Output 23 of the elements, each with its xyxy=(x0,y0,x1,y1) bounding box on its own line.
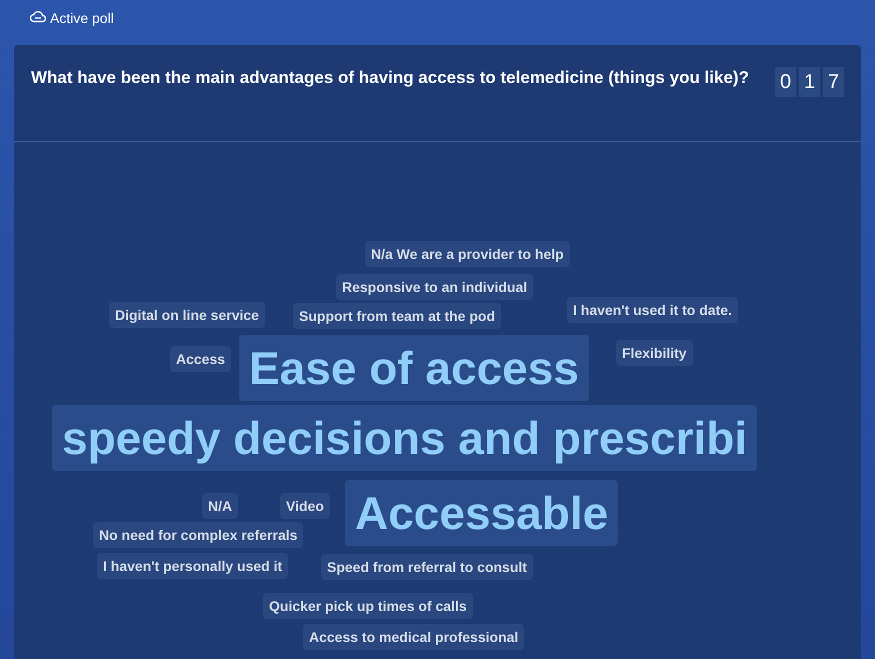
cloud-icon xyxy=(30,10,46,23)
counter-digit: 1 xyxy=(799,67,820,97)
response-word: Flexibility xyxy=(616,340,693,366)
question-text: What have been the main advantages of having access to telemedicine (things you like)? xyxy=(31,67,750,89)
response-word: speedy decisions and prescribi xyxy=(52,405,758,471)
response-word: Access xyxy=(170,346,232,372)
response-word: Video xyxy=(280,493,330,519)
response-word: Ease of access xyxy=(239,335,589,401)
response-word: Responsive to an individual xyxy=(336,274,534,300)
response-word: I haven't used it to date. xyxy=(567,297,738,323)
response-word: Accessable xyxy=(345,480,618,546)
response-word: Digital on line service xyxy=(109,302,265,328)
response-word: Speed from referral to consult xyxy=(321,554,533,580)
response-word: N/A xyxy=(202,493,238,519)
response-word: Access to medical professional xyxy=(303,624,524,650)
status-label: Active poll xyxy=(50,10,114,26)
response-word: N/a We are a provider to help xyxy=(365,241,570,267)
counter-digit: 7 xyxy=(823,67,844,97)
response-word: Support from team at the pod xyxy=(293,303,501,329)
response-word: Quicker pick up times of calls xyxy=(263,593,473,619)
response-word: I haven't personally used it xyxy=(97,553,288,579)
response-word: No need for complex referrals xyxy=(93,522,304,548)
counter-digit: 0 xyxy=(775,67,796,97)
